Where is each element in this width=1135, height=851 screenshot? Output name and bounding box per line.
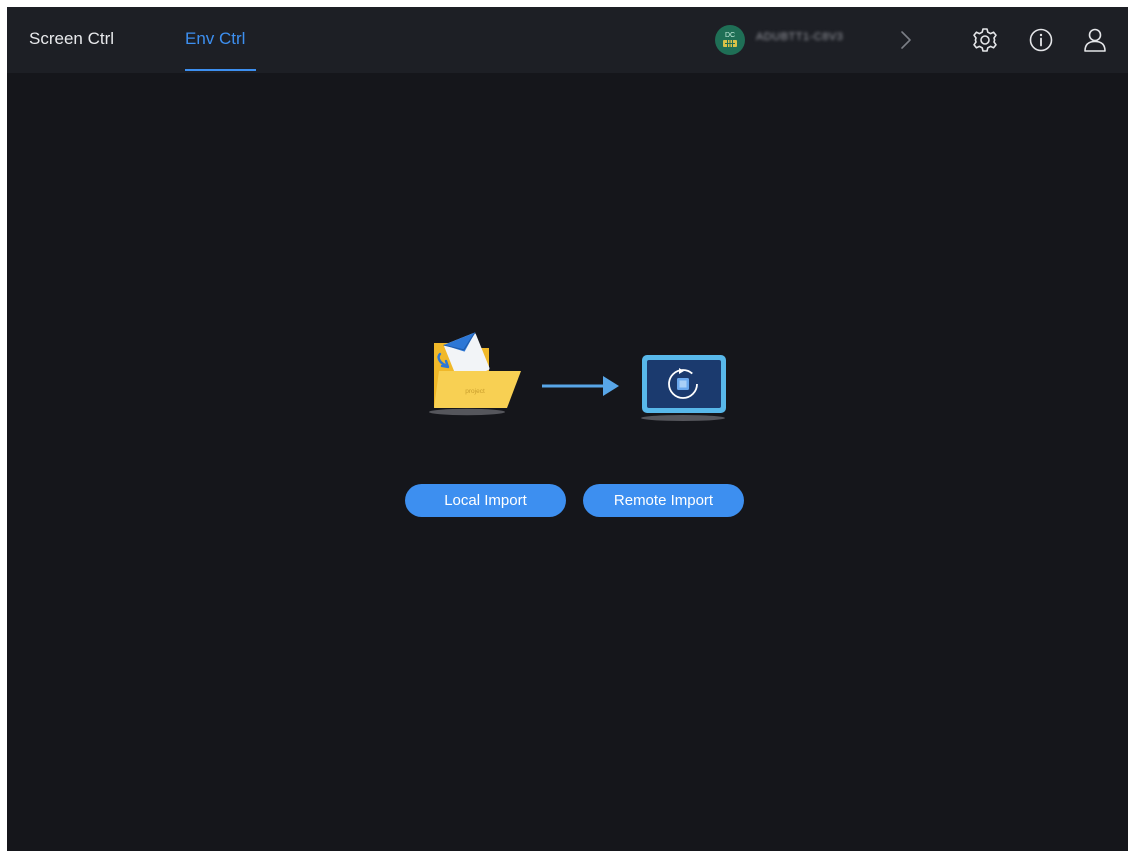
app-window: Screen Ctrl Env Ctrl DC ADUBTT1-C8V3 pro… <box>7 7 1128 851</box>
import-illustration: project <box>427 329 727 421</box>
screen-sync-icon <box>641 355 726 421</box>
top-nav-bar: Screen Ctrl Env Ctrl DC ADUBTT1-C8V3 <box>7 7 1128 73</box>
arrow-right-icon <box>542 376 619 396</box>
device-name: ADUBTT1-C8V3 <box>756 31 844 43</box>
project-folder-icon: project <box>429 332 521 416</box>
tab-env-ctrl[interactable]: Env Ctrl <box>185 7 245 73</box>
local-import-button[interactable]: Local Import <box>405 484 566 517</box>
tab-screen-ctrl[interactable]: Screen Ctrl <box>29 7 114 73</box>
active-tab-indicator <box>185 69 256 71</box>
device-selector[interactable]: DC ADUBTT1-C8V3 <box>714 24 914 56</box>
folder-label: project <box>465 388 485 395</box>
gear-icon[interactable] <box>971 26 999 54</box>
remote-import-button[interactable]: Remote Import <box>583 484 744 517</box>
chevron-right-icon <box>898 28 914 57</box>
user-icon[interactable] <box>1081 26 1109 54</box>
device-server-icon: DC <box>715 25 745 55</box>
device-badge-text: DC <box>725 32 735 39</box>
info-icon[interactable] <box>1027 26 1055 54</box>
